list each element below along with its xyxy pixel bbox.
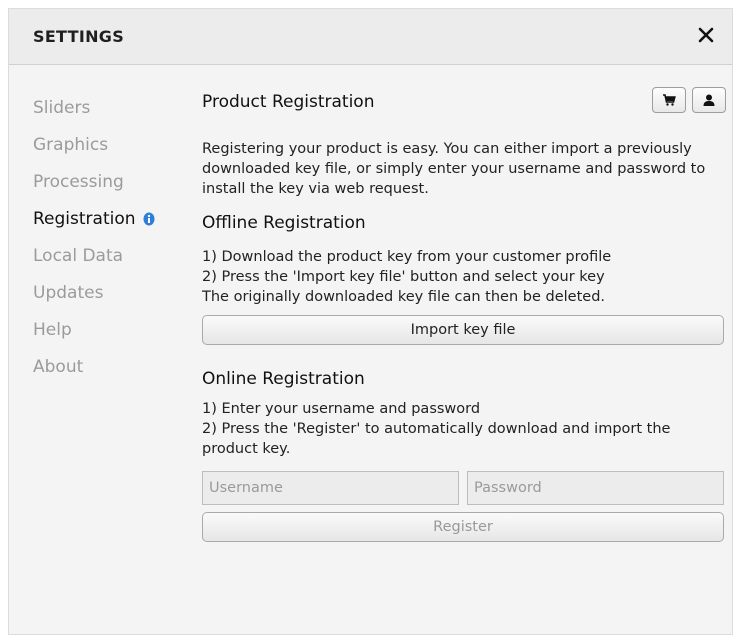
online-step-2: 2) Press the 'Register' to automatically…	[202, 421, 671, 457]
info-icon	[142, 212, 156, 226]
sidebar-item-label: Processing	[33, 171, 124, 192]
sidebar-item-updates[interactable]: Updates	[33, 274, 193, 311]
registration-panel: Product Registration Registering your pr…	[202, 87, 726, 542]
settings-sidebar: Sliders Graphics Processing Registration…	[33, 89, 193, 385]
register-button[interactable]: Register	[202, 512, 724, 542]
sidebar-item-processing[interactable]: Processing	[33, 163, 193, 200]
sidebar-item-help[interactable]: Help	[33, 311, 193, 348]
cart-button[interactable]	[652, 87, 686, 113]
sidebar-item-label: Graphics	[33, 134, 109, 155]
sidebar-item-graphics[interactable]: Graphics	[33, 126, 193, 163]
intro-text: Registering your product is easy. You ca…	[202, 141, 706, 197]
sidebar-item-label: About	[33, 356, 84, 377]
offline-step-1: 1) Download the product key from your cu…	[202, 249, 612, 265]
dialog-header: SETTINGS	[9, 9, 732, 65]
cart-icon	[663, 94, 676, 106]
password-input[interactable]	[467, 471, 724, 505]
online-step-1: 1) Enter your username and password	[202, 401, 481, 417]
credentials-row	[202, 471, 726, 505]
close-icon	[698, 27, 714, 43]
online-registration-heading: Online Registration	[202, 369, 365, 389]
sidebar-item-about[interactable]: About	[33, 348, 193, 385]
offline-step-2: 2) Press the 'Import key file' button an…	[202, 269, 605, 285]
sidebar-item-registration[interactable]: Registration	[33, 200, 193, 237]
offline-registration-heading: Offline Registration	[202, 213, 366, 233]
sidebar-item-local-data[interactable]: Local Data	[33, 237, 193, 274]
close-button[interactable]	[692, 21, 720, 49]
dialog-title: SETTINGS	[33, 27, 125, 46]
user-icon	[703, 94, 715, 106]
header-icon-group	[652, 87, 726, 113]
page-title: Product Registration	[202, 92, 375, 112]
import-key-file-button[interactable]: Import key file	[202, 315, 724, 345]
sidebar-item-label: Local Data	[33, 245, 124, 266]
sidebar-item-sliders[interactable]: Sliders	[33, 89, 193, 126]
username-input[interactable]	[202, 471, 459, 505]
user-button[interactable]	[692, 87, 726, 113]
settings-dialog: SETTINGS Sliders Graphics Processing Reg…	[8, 8, 733, 635]
sidebar-item-label: Help	[33, 319, 72, 340]
sidebar-item-label: Registration	[33, 208, 136, 229]
sidebar-item-label: Sliders	[33, 97, 91, 118]
offline-note: The originally downloaded key file can t…	[202, 289, 606, 305]
sidebar-item-label: Updates	[33, 282, 104, 303]
